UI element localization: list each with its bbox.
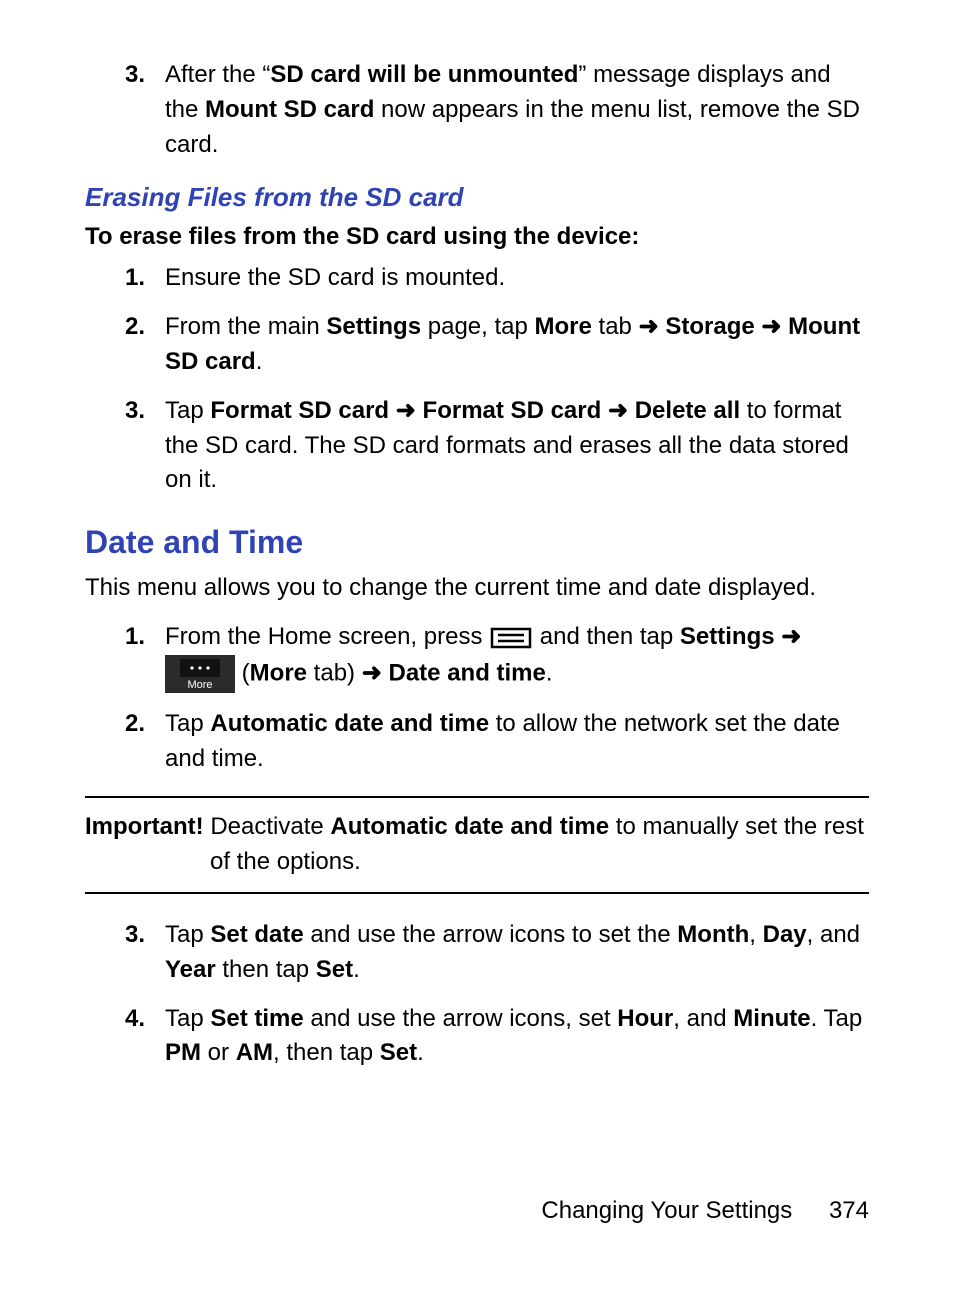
step-text: Ensure the SD card is mounted. <box>165 261 505 296</box>
page-number: 374 <box>829 1197 869 1225</box>
step-text: Tap Set date and use the arrow icons to … <box>165 918 869 988</box>
step-text: Tap Automatic date and time to allow the… <box>165 707 869 777</box>
heading-date-time: Date and Time <box>85 524 869 561</box>
list-item: 2. From the main Settings page, tap More… <box>85 310 869 380</box>
step-text: Tap Set time and use the arrow icons, se… <box>165 1002 869 1072</box>
list-item: 1. From the Home screen, press and then … <box>85 620 869 693</box>
important-note: Important! Deactivate Automatic date and… <box>85 796 869 894</box>
step-text: From the Home screen, press and then tap… <box>165 620 869 693</box>
menu-icon <box>489 626 533 650</box>
arrow-icon: ➜ <box>639 313 659 340</box>
manual-page: 3. After the “SD card will be unmounted”… <box>0 0 954 1295</box>
intro-text: To erase files from the SD card using th… <box>85 223 869 251</box>
step-number: 1. <box>85 261 165 296</box>
section-title: Changing Your Settings <box>541 1197 792 1224</box>
step-number: 2. <box>85 310 165 345</box>
arrow-icon: ➜ <box>396 397 416 424</box>
list-item: 3. Tap Format SD card ➜ Format SD card ➜… <box>85 394 869 498</box>
arrow-icon: ➜ <box>362 659 382 686</box>
step-number: 2. <box>85 707 165 742</box>
more-tab-icon: More <box>165 655 235 693</box>
arrow-icon: ➜ <box>781 623 801 650</box>
step-number: 3. <box>85 58 165 93</box>
list-item: 2. Tap Automatic date and time to allow … <box>85 707 869 777</box>
step-number: 3. <box>85 394 165 429</box>
list-item: 3. After the “SD card will be unmounted”… <box>85 58 869 162</box>
page-footer: Changing Your Settings 374 <box>541 1197 869 1225</box>
important-label: Important! <box>85 813 210 840</box>
svg-text:More: More <box>187 679 212 691</box>
step-text: Tap Format SD card ➜ Format SD card ➜ De… <box>165 394 869 498</box>
step-text: From the main Settings page, tap More ta… <box>165 310 869 380</box>
step-number: 1. <box>85 620 165 655</box>
step-text: After the “SD card will be unmounted” me… <box>165 58 869 162</box>
arrow-icon: ➜ <box>608 397 628 424</box>
subheading-erasing: Erasing Files from the SD card <box>85 182 869 213</box>
step-number: 3. <box>85 918 165 953</box>
list-item: 3. Tap Set date and use the arrow icons … <box>85 918 869 988</box>
intro-text: This menu allows you to change the curre… <box>85 571 869 606</box>
arrow-icon: ➜ <box>761 313 781 340</box>
step-number: 4. <box>85 1002 165 1037</box>
list-item: 1. Ensure the SD card is mounted. <box>85 261 869 296</box>
list-item: 4. Tap Set time and use the arrow icons,… <box>85 1002 869 1072</box>
